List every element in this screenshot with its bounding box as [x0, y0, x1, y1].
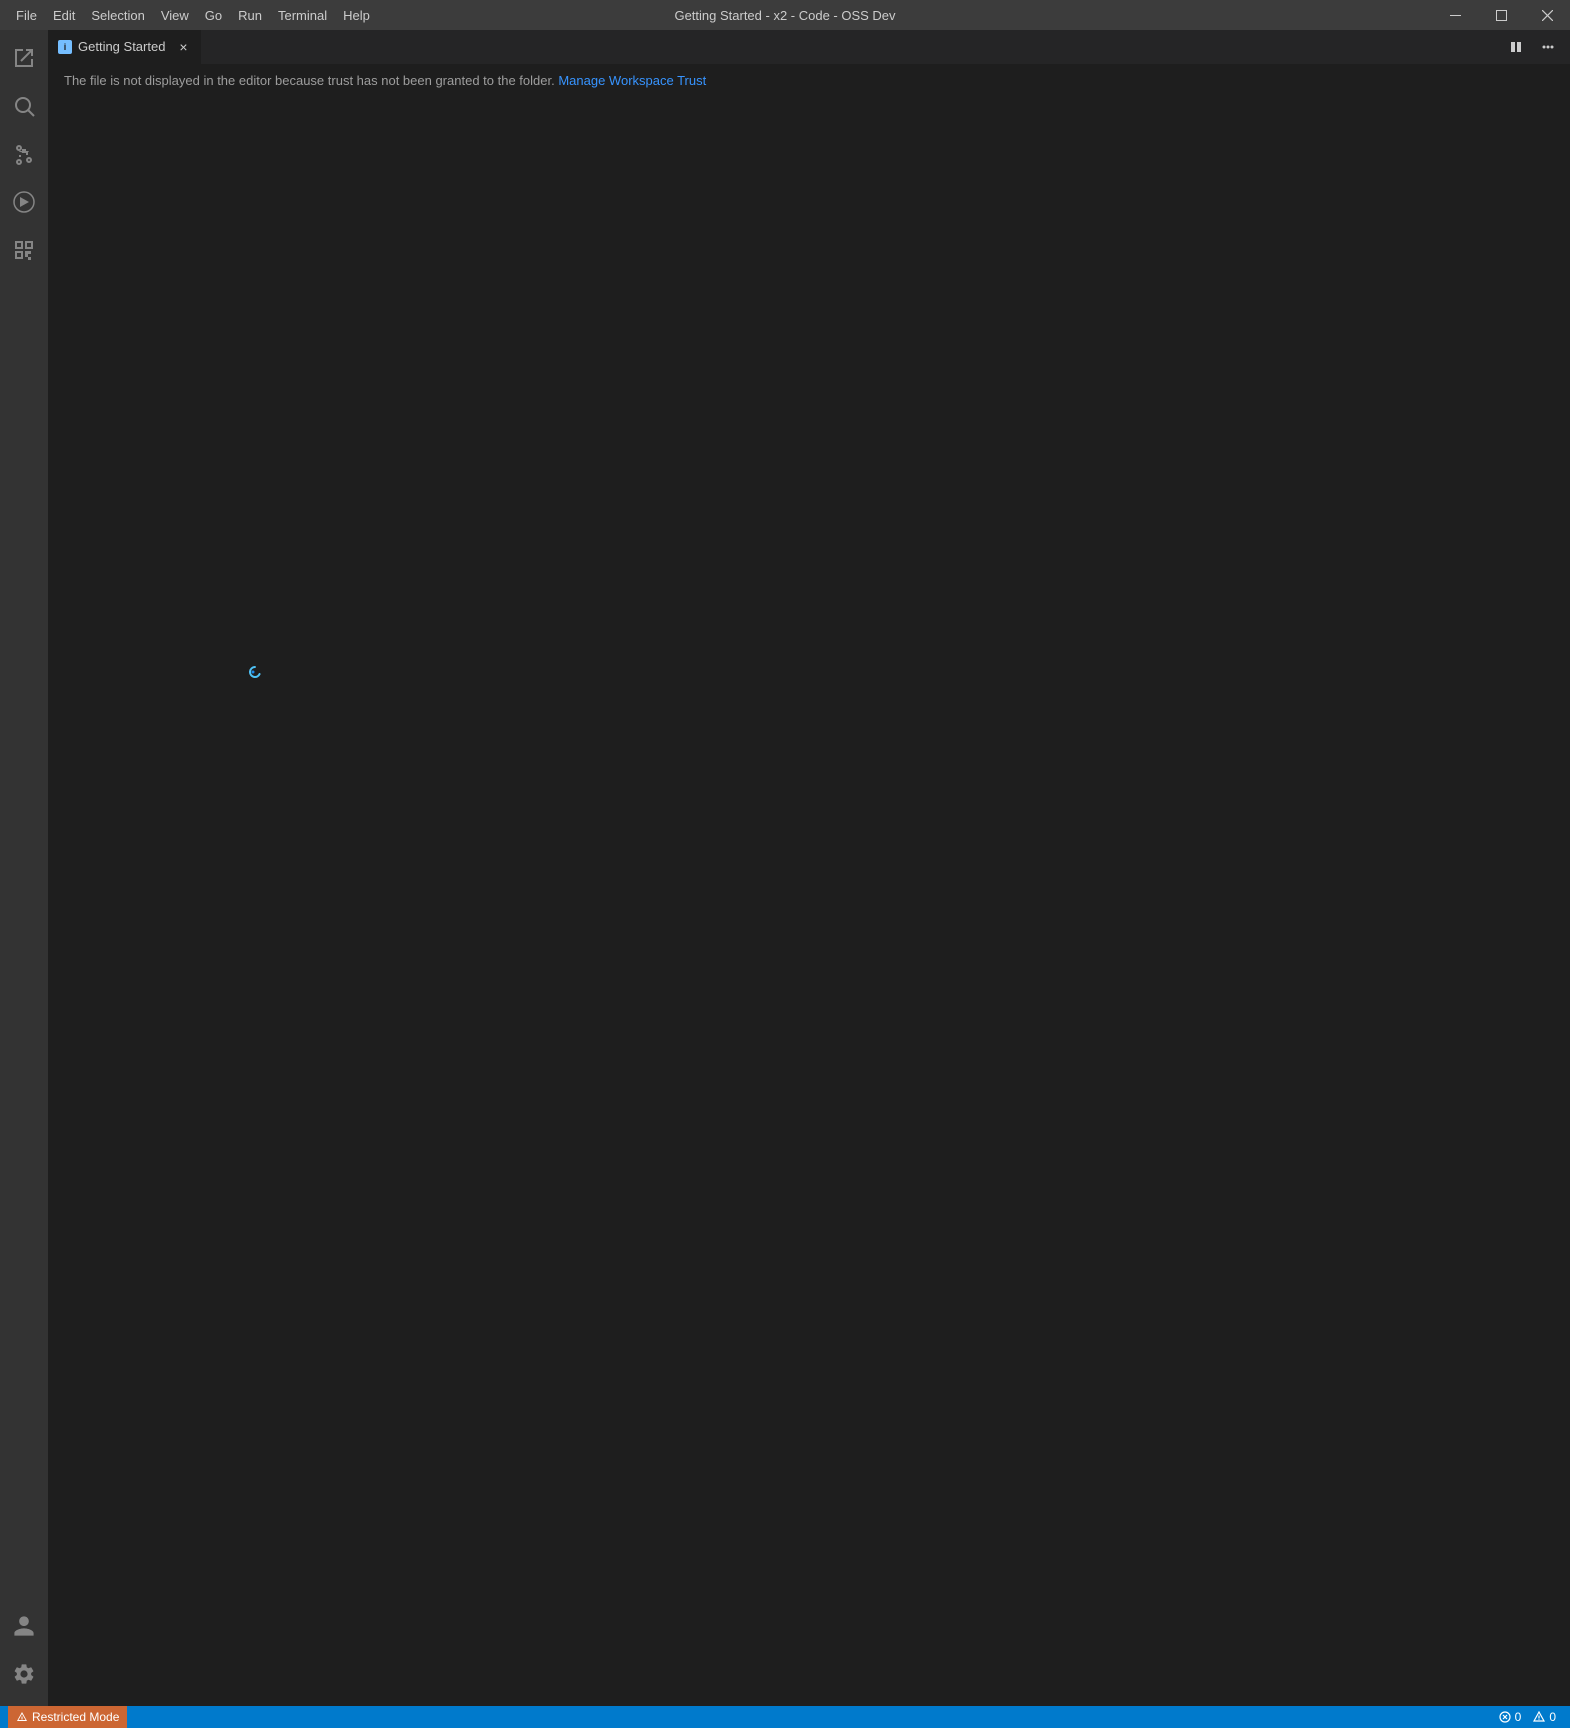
error-count: 0	[1515, 1710, 1522, 1724]
tab-actions	[1502, 30, 1570, 64]
menu-bar: File Edit Selection View Go Run Terminal…	[8, 0, 378, 30]
split-editor-button[interactable]	[1502, 33, 1530, 61]
tab-close-button[interactable]: ×	[175, 39, 191, 55]
activity-icon-source-control[interactable]	[0, 130, 48, 178]
activity-icon-explorer[interactable]	[0, 34, 48, 82]
window-title: Getting Started - x2 - Code - OSS Dev	[674, 8, 895, 23]
menu-view[interactable]: View	[153, 0, 197, 30]
workspace-trust-info: The file is not displayed in the editor …	[48, 65, 1570, 96]
restricted-mode-label: Restricted Mode	[32, 1710, 119, 1724]
main-content: i Getting Started ×	[48, 30, 1570, 1706]
warning-count: 0	[1549, 1710, 1556, 1724]
close-button[interactable]	[1524, 0, 1570, 30]
tab-label: Getting Started	[78, 39, 165, 54]
more-actions-button[interactable]	[1534, 33, 1562, 61]
menu-selection[interactable]: Selection	[83, 0, 152, 30]
activity-icon-run-debug[interactable]	[0, 178, 48, 226]
loading-cursor	[248, 665, 262, 679]
activity-bar-bottom	[0, 1602, 48, 1706]
restricted-mode-icon	[16, 1711, 28, 1723]
activity-icon-search[interactable]	[0, 82, 48, 130]
status-bar: Restricted Mode 0 0	[0, 1706, 1570, 1728]
editor-area: The file is not displayed in the editor …	[48, 65, 1570, 1706]
menu-go[interactable]: Go	[197, 0, 230, 30]
title-bar: File Edit Selection View Go Run Terminal…	[0, 0, 1570, 30]
info-message: The file is not displayed in the editor …	[64, 73, 555, 88]
status-warnings[interactable]: 0	[1527, 1710, 1562, 1724]
error-icon	[1499, 1711, 1511, 1723]
tab-getting-started[interactable]: i Getting Started ×	[48, 30, 202, 64]
activity-icon-account[interactable]	[0, 1602, 48, 1650]
activity-bar	[0, 30, 48, 1706]
minimize-button[interactable]	[1432, 0, 1478, 30]
tab-bar: i Getting Started ×	[48, 30, 1570, 65]
status-bar-right: 0 0	[1493, 1710, 1562, 1724]
menu-edit[interactable]: Edit	[45, 0, 83, 30]
menu-help[interactable]: Help	[335, 0, 378, 30]
activity-icon-settings[interactable]	[0, 1650, 48, 1698]
app-body: i Getting Started ×	[0, 30, 1570, 1706]
menu-file[interactable]: File	[8, 0, 45, 30]
window-controls	[1432, 0, 1570, 30]
maximize-button[interactable]	[1478, 0, 1524, 30]
restricted-mode-indicator[interactable]: Restricted Mode	[8, 1706, 127, 1728]
menu-run[interactable]: Run	[230, 0, 270, 30]
activity-icon-extensions[interactable]	[0, 226, 48, 274]
tab-file-icon: i	[58, 40, 72, 54]
status-errors[interactable]: 0	[1493, 1710, 1528, 1724]
manage-workspace-trust-link[interactable]: Manage Workspace Trust	[558, 73, 706, 88]
warning-icon	[1533, 1711, 1545, 1723]
menu-terminal[interactable]: Terminal	[270, 0, 335, 30]
